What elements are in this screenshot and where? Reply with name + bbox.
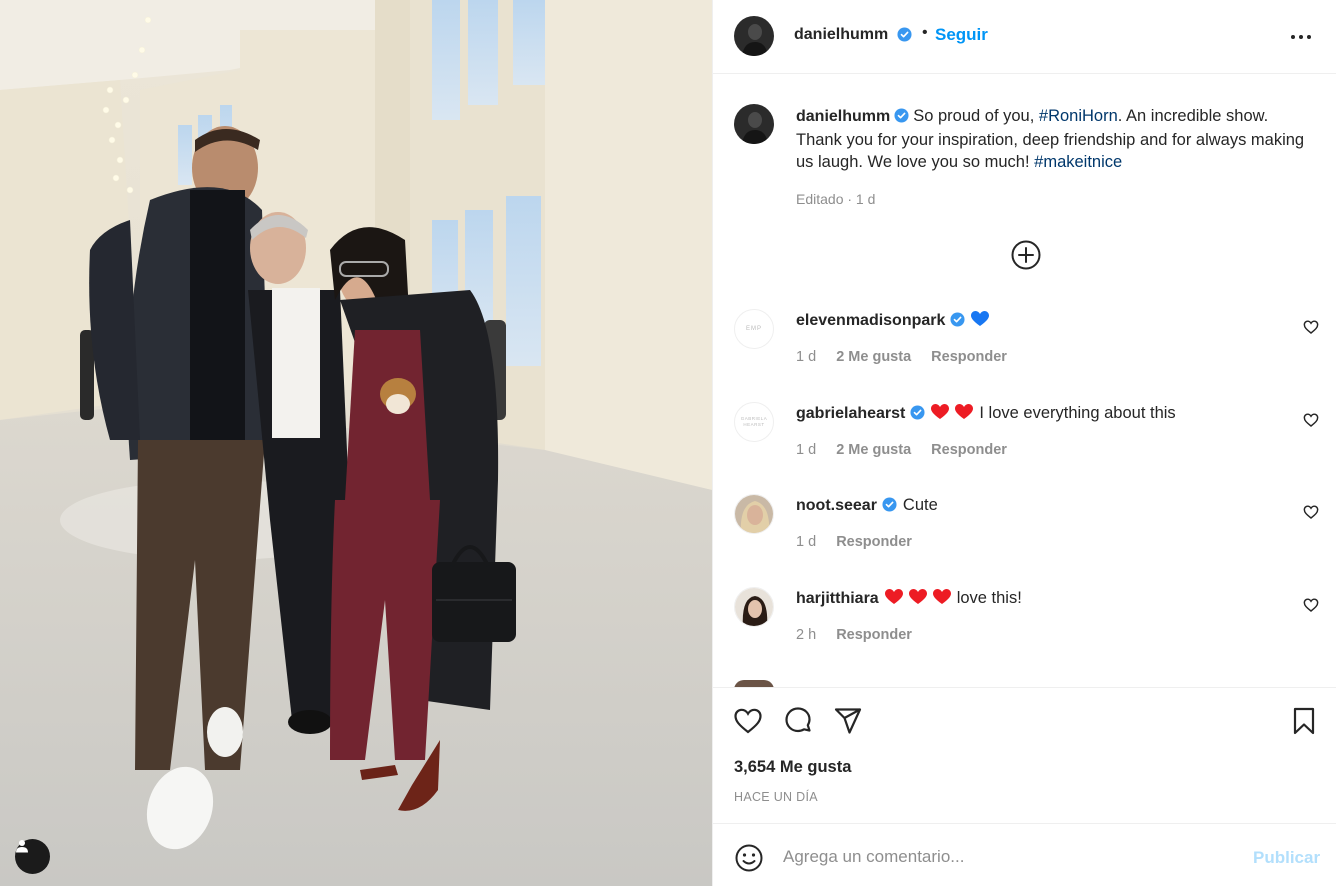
- reply-button[interactable]: Responder: [931, 349, 1007, 365]
- comment-meta: 1 d 2 Me gusta Responder: [796, 442, 1023, 458]
- comment-item: GABRIELA HEARST gabrielahearst I love eve…: [713, 402, 1336, 492]
- user-tag-icon: [16, 840, 28, 853]
- add-comment-bar: Publicar: [713, 823, 1336, 886]
- comment-item: harjitthiara love this! 2 h Responder: [713, 587, 1336, 677]
- commenter-username[interactable]: harjitthiara: [796, 590, 879, 607]
- comment-time: 2 h: [796, 627, 817, 643]
- verified-badge-icon: [882, 497, 897, 512]
- comment-body: love this!: [956, 589, 1022, 607]
- hashtag-link[interactable]: #makeitnice: [1034, 153, 1122, 171]
- separator-dot: •: [922, 24, 928, 41]
- smiley-icon[interactable]: [734, 843, 764, 873]
- bookmark-icon[interactable]: [1289, 706, 1319, 736]
- publish-button[interactable]: Publicar: [1253, 848, 1320, 868]
- comment-meta: 2 h Responder: [796, 627, 928, 643]
- post-photo: [0, 0, 712, 886]
- comment-text: gabrielahearst I love everything about th…: [796, 402, 1176, 425]
- caption-text-part: So proud of you,: [913, 107, 1039, 125]
- caption-author-avatar[interactable]: [734, 104, 774, 144]
- red-heart-emoji-icon: [932, 589, 951, 604]
- comment-text: harjitthiara love this!: [796, 587, 1022, 610]
- heart-icon[interactable]: [1303, 319, 1319, 335]
- reply-button[interactable]: Responder: [931, 442, 1007, 458]
- comment-time: 1 d: [796, 442, 817, 458]
- plus-circle-icon[interactable]: [1010, 239, 1042, 271]
- paper-plane-icon[interactable]: [833, 706, 863, 736]
- commenter-avatar[interactable]: [734, 587, 774, 627]
- post-likes-count[interactable]: 3,654 Me gusta: [734, 758, 851, 777]
- comment-bubble-icon[interactable]: [783, 706, 813, 736]
- verified-badge-icon: [910, 405, 925, 420]
- heart-icon[interactable]: [733, 706, 763, 736]
- commenter-username[interactable]: elevenmadisonpark: [796, 312, 945, 329]
- post-details-panel: danielhumm • Seguir danielhumm So proud o…: [712, 0, 1336, 886]
- comment-time: 1 d: [796, 349, 817, 365]
- red-heart-emoji-icon: [908, 589, 927, 604]
- reply-button[interactable]: Responder: [836, 534, 912, 550]
- comment-item: noot.seear Cute 1 d Responder: [713, 494, 1336, 584]
- verified-badge-icon: [894, 108, 909, 123]
- commenter-username[interactable]: gabrielahearst: [796, 405, 905, 422]
- comment-body: I love everything about this: [979, 404, 1176, 422]
- comment-meta: 1 d 2 Me gusta Responder: [796, 349, 1023, 365]
- post-photo-illustration: [0, 0, 712, 886]
- commenter-avatar[interactable]: EMP: [734, 309, 774, 349]
- comment-body: Cute: [902, 496, 938, 514]
- blue-heart-emoji-icon: [971, 311, 990, 326]
- comment-text: noot.seear Cute: [796, 494, 938, 517]
- reply-button[interactable]: Responder: [836, 627, 912, 643]
- red-heart-emoji-icon: [931, 404, 950, 419]
- comment-time: 1 d: [796, 534, 817, 550]
- red-heart-emoji-icon: [884, 589, 903, 604]
- comment-meta: 1 d Responder: [796, 534, 928, 550]
- comment-text: elevenmadisonpark: [796, 309, 995, 332]
- post-time-ago: HACE UN DÍA: [734, 790, 818, 804]
- more-horizontal-icon[interactable]: [1289, 27, 1313, 47]
- post-caption: danielhumm So proud of you, #RoniHorn. An…: [796, 105, 1311, 174]
- tag-people-button[interactable]: [15, 839, 50, 874]
- comment-input[interactable]: [783, 842, 1223, 872]
- heart-icon[interactable]: [1303, 504, 1319, 520]
- post-header: danielhumm • Seguir: [713, 0, 1336, 74]
- post-actions: 3,654 Me gusta HACE UN DÍA: [713, 687, 1336, 823]
- verified-badge-icon: [950, 312, 965, 327]
- verified-badge-icon: [897, 27, 912, 42]
- caption-edited-time: Editado · 1 d: [796, 191, 876, 207]
- caption-username[interactable]: danielhumm: [796, 108, 890, 125]
- heart-icon[interactable]: [1303, 597, 1319, 613]
- author-avatar[interactable]: [734, 16, 774, 56]
- comment-likes-count[interactable]: 2 Me gusta: [836, 442, 911, 458]
- commenter-avatar[interactable]: GABRIELA HEARST: [734, 402, 774, 442]
- avatar-logo-text: EMP: [745, 326, 762, 332]
- hashtag-link[interactable]: #RoniHorn: [1039, 107, 1118, 125]
- follow-button[interactable]: Seguir: [935, 25, 988, 45]
- heart-icon[interactable]: [1303, 412, 1319, 428]
- comment-item: EMP elevenmadisonpark 1 d 2 Me gusta Res…: [713, 309, 1336, 399]
- commenter-avatar[interactable]: [734, 494, 774, 534]
- commenter-username[interactable]: noot.seear: [796, 497, 877, 514]
- comments-scroll-area[interactable]: danielhumm So proud of you, #RoniHorn. An…: [713, 75, 1336, 687]
- avatar-logo-text: GABRIELA HEARST: [740, 416, 768, 427]
- red-heart-emoji-icon: [955, 404, 974, 419]
- author-username[interactable]: danielhumm: [794, 26, 888, 44]
- next-commenter-avatar[interactable]: [734, 680, 774, 687]
- comment-likes-count[interactable]: 2 Me gusta: [836, 349, 911, 365]
